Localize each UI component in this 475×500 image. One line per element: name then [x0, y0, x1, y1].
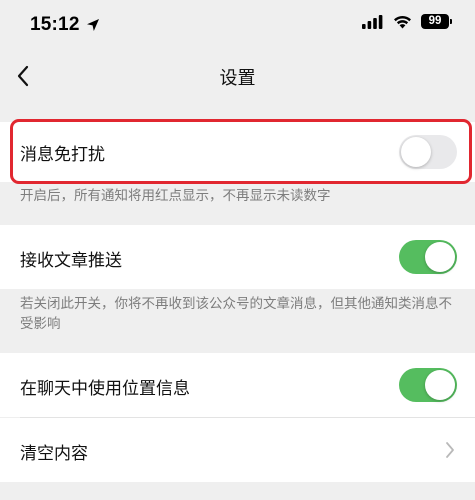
receive-articles-toggle[interactable]	[399, 240, 457, 274]
battery-icon: 99	[421, 14, 452, 29]
time-group: 15:12	[30, 14, 100, 36]
dnd-label: 消息免打扰	[20, 145, 105, 165]
page-title: 设置	[219, 68, 256, 89]
wifi-icon	[394, 15, 411, 28]
nav-bar: 设置	[0, 52, 475, 100]
use-location-label: 在聊天中使用位置信息	[20, 379, 190, 399]
clear-content-label: 清空内容	[20, 444, 88, 464]
dnd-toggle[interactable]	[399, 135, 457, 169]
use-location-row[interactable]: 在聊天中使用位置信息	[0, 353, 475, 417]
status-icons: 99	[362, 14, 452, 29]
cellular-signal-icon	[362, 14, 383, 29]
use-location-toggle[interactable]	[399, 368, 457, 402]
dnd-description: 开启后，所有通知将用红点显示，不再显示未读数字	[20, 188, 331, 204]
location-arrow-icon	[86, 19, 99, 31]
dnd-row[interactable]: 消息免打扰	[0, 122, 475, 182]
status-bar: 15:12 99	[0, 0, 475, 52]
clear-content-row[interactable]: 清空内容	[0, 418, 475, 482]
receive-articles-label: 接收文章推送	[20, 251, 122, 271]
toggle-knob	[425, 242, 455, 272]
chevron-right-icon	[446, 442, 454, 458]
receive-articles-description: 若关闭此开关，你将不再收到该公众号的文章消息，但其他通知类消息不受影响	[20, 296, 452, 332]
receive-articles-row[interactable]: 接收文章推送	[0, 225, 475, 289]
status-time: 15:12	[30, 14, 80, 35]
toggle-knob	[425, 370, 455, 400]
toggle-knob	[401, 137, 431, 167]
